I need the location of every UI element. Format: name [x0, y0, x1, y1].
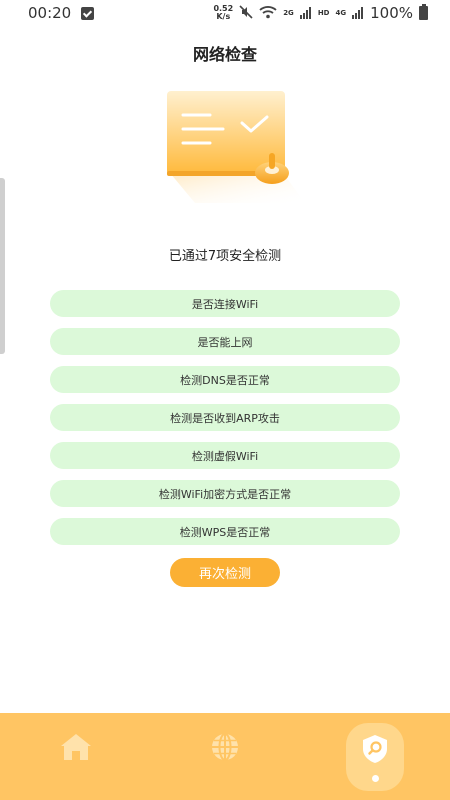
- bottom-nav: [0, 713, 450, 800]
- check-item-internet-access: 是否能上网: [50, 328, 400, 355]
- status-bar: 00:20 0.52 K/s 2G HD 4G 100%: [0, 0, 450, 26]
- status-time: 00:20: [28, 4, 72, 22]
- wifi-icon: [259, 4, 277, 23]
- check-list: 是否连接WiFi 是否能上网 检测DNS是否正常 检测是否收到ARP攻击 检测虚…: [50, 290, 400, 556]
- nav-home-button[interactable]: [55, 731, 97, 767]
- active-indicator-dot: [371, 774, 379, 782]
- recheck-button[interactable]: 再次检测: [170, 558, 280, 587]
- check-item-fake-wifi: 检测虚假WiFi: [50, 442, 400, 469]
- check-item-wps: 检测WPS是否正常: [50, 518, 400, 545]
- hd-label: HD: [317, 9, 330, 17]
- signal-icon: [299, 4, 312, 23]
- check-item-wifi-encryption: 检测WiFi加密方式是否正常: [50, 480, 400, 507]
- check-summary: 已通过7项安全检测: [168, 249, 282, 264]
- network-speed-unit: K/s: [216, 12, 231, 21]
- network-speed: 0.52 K/s: [213, 5, 233, 21]
- notification-check-icon: [81, 6, 95, 20]
- battery-icon: [419, 4, 428, 20]
- nav-security-check-button[interactable]: [346, 723, 404, 791]
- mute-icon: [239, 4, 253, 23]
- shield-search-icon: [360, 733, 390, 769]
- check-item-wifi-connected: 是否连接WiFi: [50, 290, 400, 317]
- network-2g-label: 2G: [283, 9, 294, 17]
- page-title: 网络检查: [192, 45, 257, 64]
- status-right: 0.52 K/s 2G HD 4G 100%: [213, 4, 428, 23]
- nav-network-button[interactable]: [205, 731, 245, 767]
- check-item-dns: 检测DNS是否正常: [50, 366, 400, 393]
- battery-percent: 100%: [370, 4, 413, 22]
- signal-icon: [352, 4, 364, 23]
- home-icon: [59, 732, 93, 766]
- globe-icon: [209, 731, 241, 767]
- status-left: 00:20: [28, 4, 95, 22]
- check-item-arp-attack: 检测是否收到ARP攻击: [50, 404, 400, 431]
- network-check-illustration-icon: [155, 85, 310, 215]
- network-4g-label: 4G: [335, 9, 347, 17]
- side-scroll-handle[interactable]: [0, 178, 5, 354]
